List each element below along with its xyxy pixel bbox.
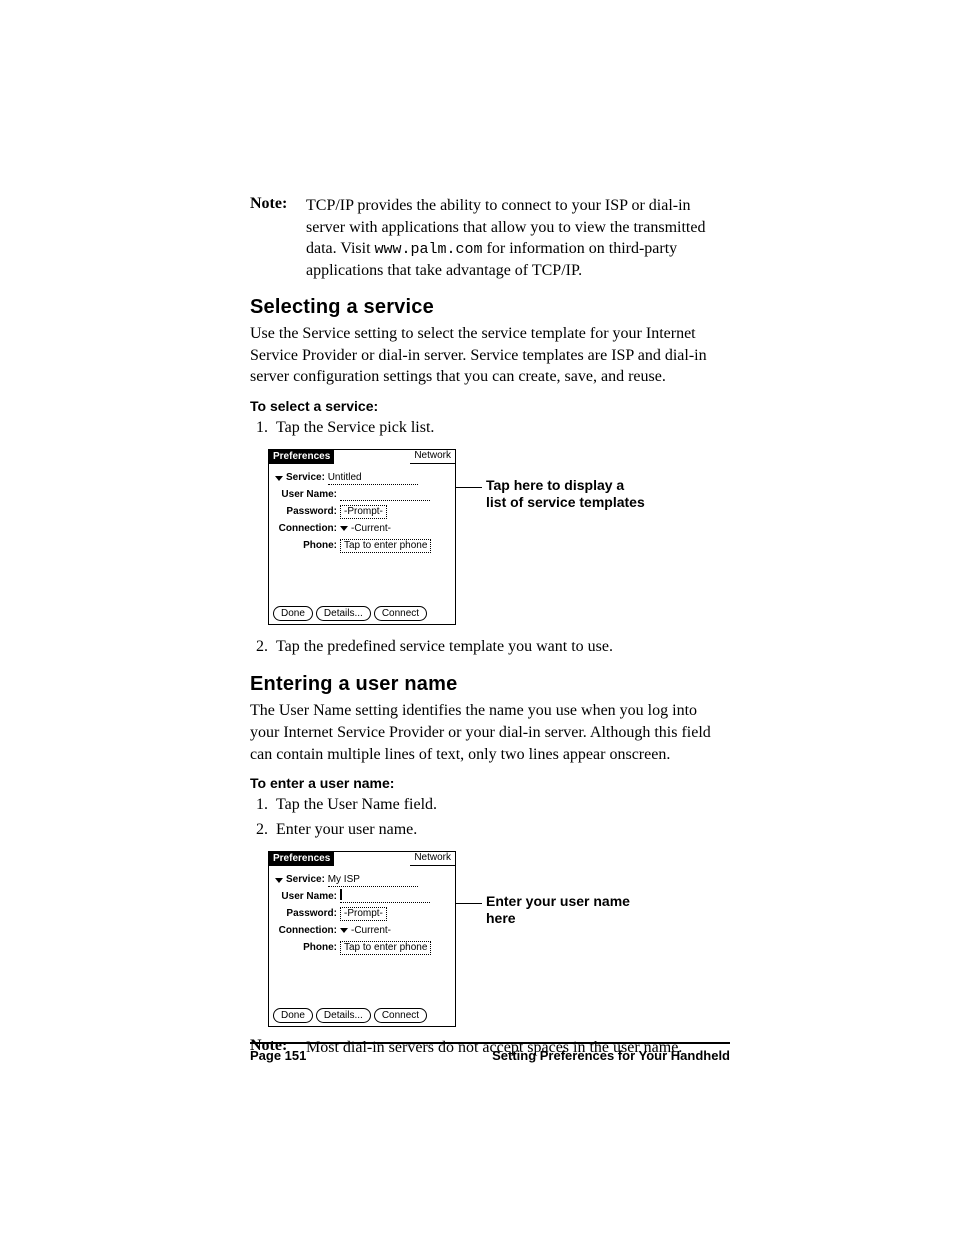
dropdown-icon[interactable] xyxy=(275,878,283,883)
connect-button[interactable]: Connect xyxy=(374,1008,427,1023)
callout-line xyxy=(452,903,482,904)
figure-1: Preferences Network Service: Untitled Us… xyxy=(268,449,730,625)
connection-label: Connection: xyxy=(275,523,340,535)
page: Note: TCP/IP provides the ability to con… xyxy=(0,0,954,1235)
details-button[interactable]: Details... xyxy=(316,1008,371,1023)
dropdown-icon[interactable] xyxy=(275,476,283,481)
section-1-body: Use the Service setting to select the se… xyxy=(250,323,730,388)
phone-label: Phone: xyxy=(275,540,340,552)
username-field[interactable] xyxy=(340,891,430,903)
section-1-step-2: Tap the predefined service template you … xyxy=(272,635,730,660)
footer-rule xyxy=(250,1042,730,1044)
dropdown-icon[interactable] xyxy=(340,526,348,531)
section-2-steps: Tap the User Name field. Enter your user… xyxy=(250,793,730,843)
page-footer: Page 151 Setting Preferences for Your Ha… xyxy=(250,1048,730,1063)
note-1-url: www.palm.com xyxy=(375,241,483,258)
palm-menu-dropdown[interactable]: Network xyxy=(410,450,455,464)
callout-line xyxy=(452,487,482,488)
section-2-body: The User Name setting identifies the nam… xyxy=(250,700,730,765)
footer-page-number: Page 151 xyxy=(250,1048,306,1063)
section-1-subhead: To select a service: xyxy=(250,398,730,414)
service-label: Service: xyxy=(286,472,325,484)
section-1-steps-cont: Tap the predefined service template you … xyxy=(250,635,730,660)
phone-field[interactable]: Tap to enter phone xyxy=(340,539,431,553)
note-1-body: TCP/IP provides the ability to connect t… xyxy=(306,195,730,282)
password-label: Password: xyxy=(275,506,340,518)
dropdown-icon[interactable] xyxy=(340,928,348,933)
palm-title: Preferences xyxy=(269,852,334,866)
note-1: Note: TCP/IP provides the ability to con… xyxy=(250,195,730,282)
palm-menu-dropdown[interactable]: Network xyxy=(410,852,455,866)
figure-2-callout: Enter your user name here xyxy=(486,893,646,928)
service-picklist[interactable]: My ISP xyxy=(328,874,418,887)
service-picklist[interactable]: Untitled xyxy=(328,472,418,485)
connect-button[interactable]: Connect xyxy=(374,606,427,621)
username-label: User Name: xyxy=(275,489,340,501)
connection-label: Connection: xyxy=(275,925,340,937)
username-label: User Name: xyxy=(275,891,340,903)
connection-picklist[interactable]: -Current- xyxy=(351,523,391,535)
section-2-subhead: To enter a user name: xyxy=(250,775,730,791)
connection-picklist[interactable]: -Current- xyxy=(351,925,391,937)
palm-title: Preferences xyxy=(269,450,334,464)
section-2-step-1: Tap the User Name field. xyxy=(272,793,730,818)
phone-label: Phone: xyxy=(275,942,340,954)
section-1-step-1: Tap the Service pick list. xyxy=(272,416,730,441)
section-1-steps: Tap the Service pick list. xyxy=(250,416,730,441)
note-1-label: Note: xyxy=(250,195,306,282)
section-1-title: Selecting a service xyxy=(250,296,730,319)
section-2-step-2: Enter your user name. xyxy=(272,818,730,843)
palm-panel-2: Preferences Network Service: My ISP User… xyxy=(268,851,456,1027)
section-2-title: Entering a user name xyxy=(250,673,730,696)
service-label: Service: xyxy=(286,874,325,886)
phone-field[interactable]: Tap to enter phone xyxy=(340,941,431,955)
details-button[interactable]: Details... xyxy=(316,606,371,621)
password-field[interactable]: -Prompt- xyxy=(340,505,387,519)
figure-2: Preferences Network Service: My ISP User… xyxy=(268,851,730,1027)
content-area: Note: TCP/IP provides the ability to con… xyxy=(250,195,730,1070)
done-button[interactable]: Done xyxy=(273,1008,313,1023)
password-field[interactable]: -Prompt- xyxy=(340,907,387,921)
done-button[interactable]: Done xyxy=(273,606,313,621)
password-label: Password: xyxy=(275,908,340,920)
footer-section-title: Setting Preferences for Your Handheld xyxy=(492,1048,730,1063)
figure-1-callout: Tap here to display a list of service te… xyxy=(486,477,646,512)
palm-panel-1: Preferences Network Service: Untitled Us… xyxy=(268,449,456,625)
username-field[interactable] xyxy=(340,489,430,501)
